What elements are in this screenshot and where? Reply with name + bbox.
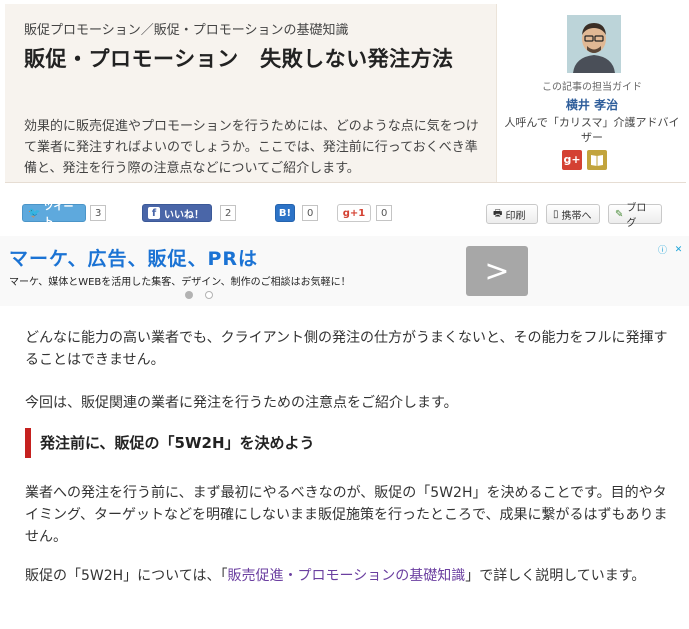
like-label: いいね！ xyxy=(164,209,204,221)
ad-close-icon[interactable]: ✕ xyxy=(672,243,685,256)
guide-avatar[interactable] xyxy=(567,15,621,73)
mobile-phone-icon: ▯ xyxy=(553,208,559,220)
google-plus-one-button[interactable]: g+1 xyxy=(337,204,371,222)
ad-info-icon[interactable]: ⓘ xyxy=(656,243,669,256)
hatena-label: B! xyxy=(278,207,292,219)
tweet-label: ツイート xyxy=(43,202,74,228)
carousel-dot-active[interactable] xyxy=(185,291,193,299)
google-plus-icon[interactable]: g+ xyxy=(562,150,582,170)
mobile-label: 携帯へ xyxy=(561,210,592,222)
article-paragraph-1: どんなに能力の高い業者でも、クライアント側の発注の仕方がうまくないと、その能力を… xyxy=(25,330,668,368)
basics-article-link[interactable]: 販売促進・プロモーションの基礎知識 xyxy=(227,568,465,584)
guide-panel: この記事の担当ガイド 横井 孝治 人呼んで「カリスマ」介護アドバイザー g+ xyxy=(496,4,687,182)
blog-label: ブログ xyxy=(626,203,647,229)
printer-icon: 🖶 xyxy=(493,207,503,219)
ad-subtext[interactable]: マーケ、媒体とWEBを活用した集客、デザイン、制作のご相談はお気軽に！ xyxy=(9,273,351,288)
tweet-button[interactable]: 🐦 ツイート xyxy=(22,202,86,228)
article-lead: 効果的に販売促進やプロモーションを行うためには、どのような点に気をつけて業者に発… xyxy=(24,119,479,176)
twitter-icon: 🐦 xyxy=(28,207,41,219)
hatena-count: 0 xyxy=(302,205,319,221)
guide-caption: この記事の担当ガイド xyxy=(542,82,642,93)
ad-headline[interactable]: マーケ、広告、販促、PRは xyxy=(9,244,258,271)
article-paragraph-4: 販促の「5W2H」については、「販売促進・プロモーションの基礎知識」で詳しく説明… xyxy=(25,565,670,587)
page-title: 販促・プロモーション 失敗しない発注方法 xyxy=(24,47,454,71)
tweet-count: 3 xyxy=(90,205,107,221)
pencil-icon: ✎ xyxy=(615,208,624,220)
hatena-bookmark-button[interactable]: B! xyxy=(275,204,295,222)
book-icon[interactable] xyxy=(587,150,607,170)
article-paragraph-3: 業者への発注を行う前に、まず最初にやるべきなのが、販促の「5W2H」を決めること… xyxy=(25,485,668,545)
guide-title: 人呼んで「カリスマ」介護アドバイザー xyxy=(504,116,680,144)
paragraph-text-suffix: 」で詳しく説明しています。 xyxy=(465,568,646,584)
facebook-icon: f xyxy=(148,207,160,219)
breadcrumb[interactable]: 販促プロモーション／販促・プロモーションの基礎知識 xyxy=(24,19,348,38)
send-to-mobile-button[interactable]: ▯ 携帯へ xyxy=(546,204,600,224)
section-heading: 発注前に、販促の「5W2H」を決めよう xyxy=(25,428,670,458)
paragraph-text-prefix: 販促の「5W2H」については、「 xyxy=(25,568,228,584)
ad-banner[interactable]: マーケ、広告、販促、PRは マーケ、媒体とWEBを活用した集客、デザイン、制作の… xyxy=(0,236,689,306)
gplus-count: 0 xyxy=(376,205,393,221)
facebook-like-button[interactable]: f いいね！ xyxy=(142,204,212,222)
like-count: 2 xyxy=(220,205,237,221)
article-paragraph-2: 今回は、販促関連の業者に発注を行うための注意点をご紹介します。 xyxy=(25,395,458,411)
guide-name-link[interactable]: 横井 孝治 xyxy=(497,96,687,113)
carousel-dot[interactable] xyxy=(205,291,213,299)
blog-button[interactable]: ✎ ブログ xyxy=(608,203,662,229)
print-label: 印刷 xyxy=(505,210,526,222)
ad-next-button[interactable]: > xyxy=(466,246,528,296)
gplus-label: g+1 xyxy=(342,207,366,219)
print-button[interactable]: 🖶 印刷 xyxy=(486,204,538,224)
